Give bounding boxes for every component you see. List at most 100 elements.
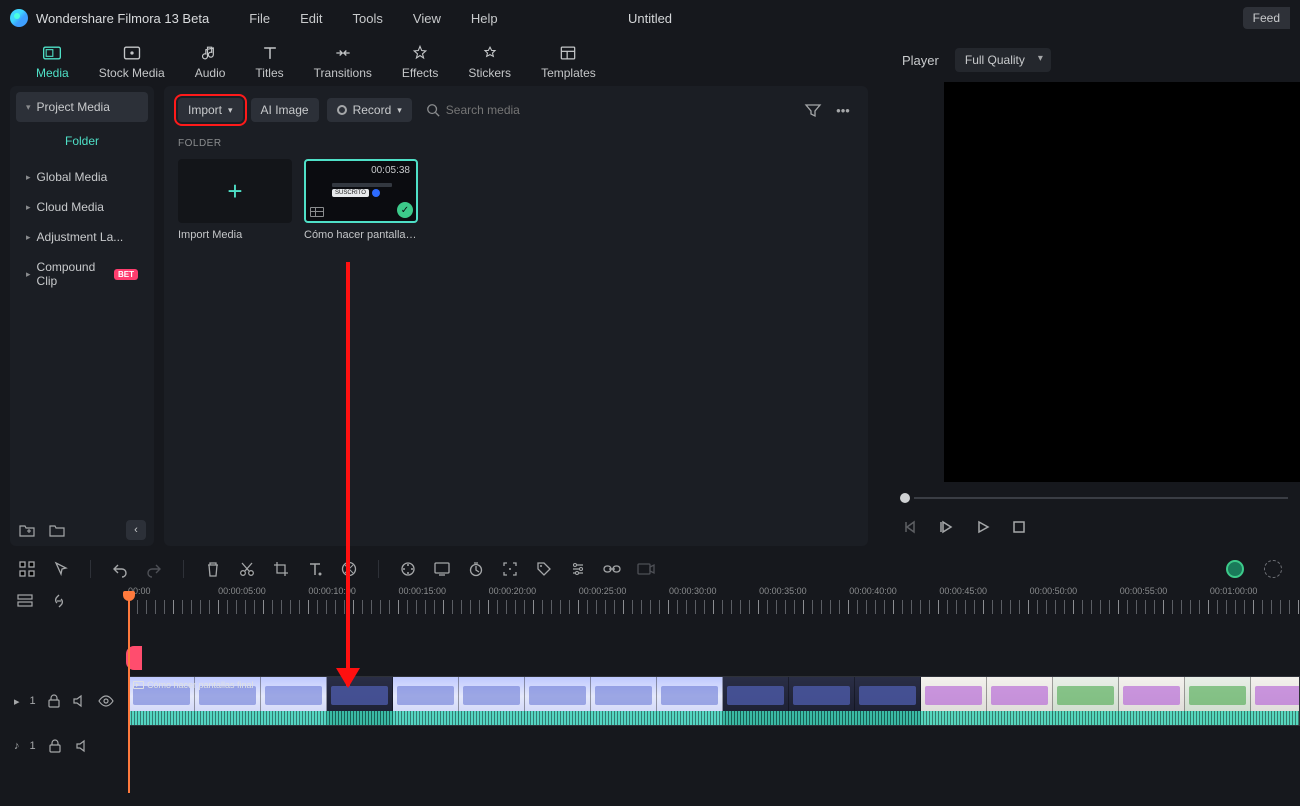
- media-content: Import▾ AI Image Record▾ ••• FOLDER + I: [164, 86, 868, 546]
- text-tool-icon[interactable]: [306, 560, 324, 578]
- tab-templates[interactable]: Templates: [541, 44, 596, 80]
- eye-icon[interactable]: [98, 692, 114, 710]
- crop-icon[interactable]: [272, 560, 290, 578]
- track-layout-icon[interactable]: [16, 592, 34, 610]
- color-icon[interactable]: [399, 560, 417, 578]
- ruler-stamp: 00:00:40:00: [849, 586, 939, 596]
- filter-icon[interactable]: [802, 99, 824, 121]
- focus-icon[interactable]: [501, 560, 519, 578]
- playhead[interactable]: [128, 593, 130, 793]
- video-track-icon: ▸: [14, 695, 20, 708]
- play-in-button[interactable]: [938, 518, 956, 536]
- lock-icon[interactable]: [46, 737, 64, 755]
- library-tabs: Media Stock Media Audio Titles Transitio…: [0, 36, 878, 86]
- collapse-sidebar-button[interactable]: ‹: [126, 520, 146, 540]
- player-panel: Player Full Quality: [888, 36, 1300, 546]
- chevron-right-icon: ▸: [26, 202, 31, 213]
- audio-icon: [199, 44, 221, 62]
- import-media-tile[interactable]: + Import Media: [178, 159, 292, 241]
- quality-select[interactable]: Full Quality: [955, 48, 1051, 72]
- sidebar-cloud-media[interactable]: ▸Cloud Media: [16, 192, 148, 222]
- media-clip-tile[interactable]: 00:05:38 SUSCRITO ✓ Cómo hacer pantallas…: [304, 159, 418, 241]
- chevron-down-icon: ▾: [228, 105, 233, 116]
- chevron-down-icon: ▾: [397, 105, 402, 116]
- folder-icon[interactable]: [48, 521, 66, 539]
- delete-icon[interactable]: [204, 560, 222, 578]
- ruler-stamp: 00:00:30:00: [669, 586, 759, 596]
- tab-media[interactable]: Media: [36, 44, 69, 80]
- plus-icon: +: [227, 176, 242, 207]
- tab-stock-media[interactable]: Stock Media: [99, 44, 165, 80]
- ai-image-button[interactable]: AI Image: [251, 98, 319, 122]
- ruler-stamp: 00:00:10:00: [308, 586, 398, 596]
- tag-icon[interactable]: [535, 560, 553, 578]
- timeline-ruler[interactable]: 00:0000:00:05:0000:00:10:0000:00:15:0000…: [128, 584, 1300, 618]
- player-scrubber[interactable]: [888, 488, 1300, 508]
- lock-icon[interactable]: [46, 692, 62, 710]
- menu-tools[interactable]: Tools: [353, 11, 383, 26]
- scrub-handle-icon[interactable]: [900, 493, 910, 503]
- audio-track-index: 1: [30, 740, 36, 752]
- tab-transitions[interactable]: Transitions: [314, 44, 372, 80]
- ruler-stamp: 00:01:00:00: [1210, 586, 1300, 596]
- ruler-stamp: 00:00:15:00: [398, 586, 488, 596]
- timer-icon[interactable]: [467, 560, 485, 578]
- menu-file[interactable]: File: [249, 11, 270, 26]
- grid-icon[interactable]: [18, 560, 36, 578]
- sliders-icon[interactable]: [569, 560, 587, 578]
- cut-icon[interactable]: [238, 560, 256, 578]
- sidebar-folder[interactable]: Folder: [16, 126, 148, 156]
- sidebar-global-media[interactable]: ▸Global Media: [16, 162, 148, 192]
- search-input[interactable]: [446, 103, 586, 117]
- undo-icon[interactable]: [111, 560, 129, 578]
- sidebar-adjustment-layer[interactable]: ▸Adjustment La...: [16, 222, 148, 252]
- more-icon[interactable]: •••: [832, 99, 854, 121]
- player-viewport[interactable]: [944, 82, 1300, 482]
- sidebar-project-media[interactable]: ▾Project Media: [16, 92, 148, 122]
- ruler-stamp: 00:00:35:00: [759, 586, 849, 596]
- stock-media-icon: [121, 44, 143, 62]
- redo-icon[interactable]: [145, 560, 163, 578]
- ruler-stamp: 00:00:05:00: [218, 586, 308, 596]
- audio-track-icon: ♪: [14, 740, 20, 752]
- tab-audio[interactable]: Audio: [195, 44, 226, 80]
- clip-preview-icon: SUSCRITO: [332, 183, 392, 197]
- tab-stickers[interactable]: Stickers: [468, 44, 511, 80]
- audio-waveform-icon: [129, 711, 1299, 725]
- render-button[interactable]: [1226, 560, 1244, 578]
- player-label: Player: [902, 53, 939, 68]
- tab-titles[interactable]: Titles: [255, 44, 283, 80]
- chevron-right-icon: ▸: [26, 269, 31, 280]
- camera-icon[interactable]: [637, 560, 655, 578]
- prev-frame-button[interactable]: [902, 518, 920, 536]
- mute-icon[interactable]: [72, 692, 88, 710]
- tab-effects[interactable]: Effects: [402, 44, 438, 80]
- document-title: Untitled: [628, 11, 672, 26]
- menu-help[interactable]: Help: [471, 11, 498, 26]
- clip-icon: [133, 681, 144, 689]
- settings-circle-icon[interactable]: [1264, 560, 1282, 578]
- video-track-index: 1: [30, 695, 36, 707]
- link-icon[interactable]: [603, 560, 621, 578]
- mute-icon[interactable]: [74, 737, 92, 755]
- menu-edit[interactable]: Edit: [300, 11, 322, 26]
- import-button[interactable]: Import▾: [178, 98, 243, 122]
- chevron-down-icon: ▾: [26, 102, 31, 113]
- media-sidebar: ▾Project Media Folder ▸Global Media ▸Clo…: [10, 86, 154, 546]
- track-link-icon[interactable]: [50, 592, 68, 610]
- sidebar-compound-clip[interactable]: ▸Compound ClipBET: [16, 252, 148, 296]
- record-button[interactable]: Record▾: [327, 98, 412, 122]
- cursor-icon[interactable]: [52, 560, 70, 578]
- video-clip[interactable]: Cómo hacer pantallas final: [128, 676, 1300, 726]
- screen-icon[interactable]: [433, 560, 451, 578]
- ruler-stamp: 00:00:50:00: [1030, 586, 1120, 596]
- new-folder-icon[interactable]: [18, 521, 36, 539]
- feedback-button[interactable]: Feed: [1243, 7, 1290, 29]
- search-media[interactable]: [420, 99, 592, 121]
- effects-icon: [409, 44, 431, 62]
- menu-view[interactable]: View: [413, 11, 441, 26]
- play-button[interactable]: [974, 518, 992, 536]
- stop-button[interactable]: [1010, 518, 1028, 536]
- ruler-stamp: 00:00:25:00: [579, 586, 669, 596]
- ruler-stamp: 00:00:45:00: [939, 586, 1029, 596]
